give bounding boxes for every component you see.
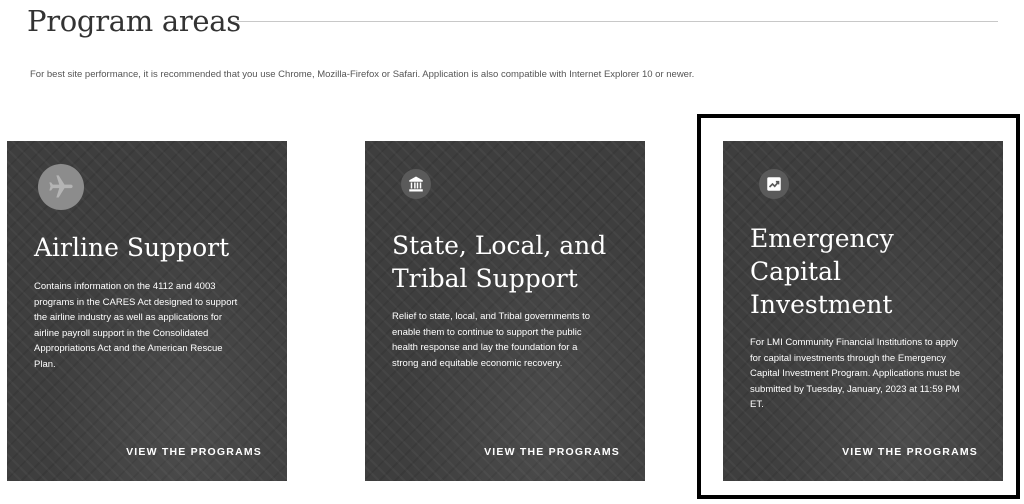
view-programs-link[interactable]: VIEW THE PROGRAMS [842, 446, 978, 458]
card-description-line: ET. [750, 399, 764, 410]
program-card-emergency-capital-investment[interactable]: Emergency Capital Investment For LMI Com… [723, 141, 1003, 481]
card-title-line: Emergency [750, 224, 894, 253]
card-description-line: Contains information on the 4112 and 400… [34, 281, 216, 292]
card-title: Emergency Capital Investment [750, 222, 894, 321]
airplane-icon [38, 164, 84, 210]
card-title-line: Airline Support [34, 233, 230, 262]
card-description-line: programs in the CARES Act designed to su… [34, 296, 238, 308]
card-title-line: Investment [750, 290, 893, 319]
card-title-line: Capital [750, 257, 841, 286]
card-description-line: enable them to continue to support the p… [392, 326, 582, 338]
card-description-line: For LMI Community Financial Institutions… [750, 337, 959, 348]
card-description-line: airline payroll support in the Consolida… [34, 327, 209, 339]
card-description: Contains information on the 4112 and 400… [34, 279, 237, 372]
card-title: State, Local, and Tribal Support [392, 229, 606, 295]
card-description-line: Plan. [34, 358, 56, 370]
browser-notice: For best site performance, it is recomme… [30, 69, 695, 80]
card-description-line: submitted by Tuesday, January, 2023 at 1… [750, 383, 960, 395]
page-title: Program areas [27, 4, 241, 38]
card-description-line: strong and equitable economic recovery. [392, 357, 563, 369]
title-divider [233, 21, 998, 22]
card-description-line: Relief to state, local, and Tribal gover… [392, 311, 591, 322]
card-description: For LMI Community Financial Institutions… [750, 335, 960, 413]
card-title-line: State, Local, and [392, 231, 607, 260]
card-description-line: the airline industry as well as applicat… [34, 312, 222, 323]
card-description-line: for capital investments through the Emer… [750, 352, 946, 364]
view-programs-link[interactable]: VIEW THE PROGRAMS [484, 446, 620, 458]
card-description: Relief to state, local, and Tribal gover… [392, 309, 590, 371]
card-title: Airline Support [34, 231, 229, 264]
program-card-airline-support[interactable]: Airline Support Contains information on … [7, 141, 287, 481]
card-title-line: Tribal Support [392, 264, 578, 293]
government-building-icon [401, 169, 431, 199]
view-programs-link[interactable]: VIEW THE PROGRAMS [126, 446, 262, 458]
card-description-line: health response and lay the foundation f… [392, 342, 578, 353]
program-card-state-local-tribal[interactable]: State, Local, and Tribal Support Relief … [365, 141, 645, 481]
trending-up-icon [759, 169, 789, 199]
card-description-line: Capital Investment Program. Applications… [750, 368, 961, 379]
card-description-line: Appropriations Act and the American Resc… [34, 343, 223, 354]
